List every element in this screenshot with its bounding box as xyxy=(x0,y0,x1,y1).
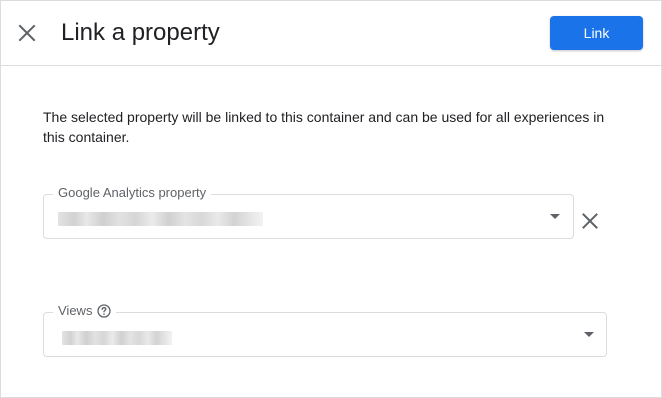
close-button[interactable] xyxy=(13,19,41,47)
link-property-dialog: Link a property Link The selected proper… xyxy=(0,0,662,398)
views-value-redacted xyxy=(62,331,172,345)
views-label-text: Views xyxy=(58,303,93,318)
link-button[interactable]: Link xyxy=(550,16,643,50)
dialog-header: Link a property Link xyxy=(1,1,661,66)
property-label-text: Google Analytics property xyxy=(58,185,207,200)
dropdown-arrow-icon xyxy=(584,332,594,337)
help-icon[interactable] xyxy=(97,304,112,318)
views-select[interactable]: Views xyxy=(43,303,607,357)
page-title: Link a property xyxy=(61,19,220,46)
clear-icon xyxy=(582,213,598,229)
views-field-label: Views xyxy=(53,303,117,319)
dropdown-arrow-icon xyxy=(550,214,560,219)
property-field-label: Google Analytics property xyxy=(53,185,212,201)
property-value-redacted xyxy=(58,212,263,226)
clear-property-button[interactable] xyxy=(579,210,601,232)
description-text: The selected property will be linked to … xyxy=(43,109,605,145)
property-select[interactable]: Google Analytics property xyxy=(43,185,574,239)
close-icon xyxy=(18,24,36,42)
